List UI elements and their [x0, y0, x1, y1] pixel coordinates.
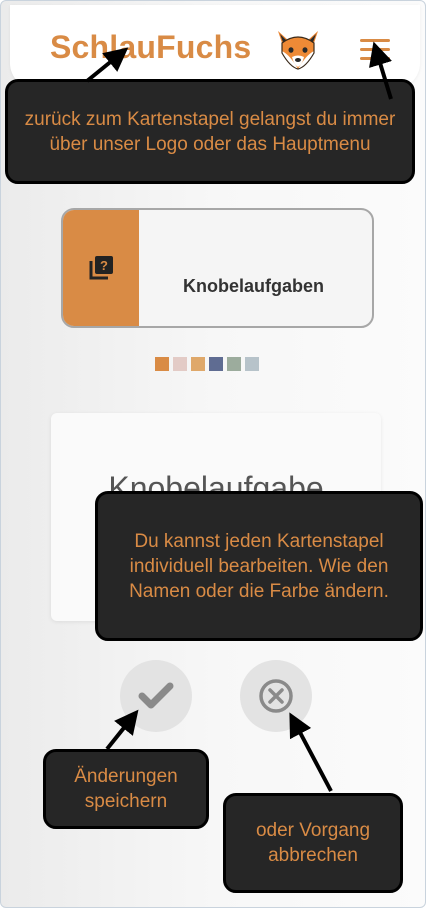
color-swatch-sage[interactable]: [227, 357, 241, 371]
deck-color-strip: ?: [63, 210, 139, 326]
hamburger-menu-icon[interactable]: [360, 39, 390, 61]
check-icon: [138, 682, 174, 709]
color-swatch-slate-blue[interactable]: [209, 357, 223, 371]
cancel-button[interactable]: [240, 660, 312, 732]
tooltip-save-hint: Änderungen speichern: [43, 749, 209, 829]
close-circle-icon: [259, 679, 293, 713]
tooltip-logo-text: zurück zum Kartenstapel gelangst du imme…: [24, 108, 396, 155]
color-swatch-orange[interactable]: [155, 357, 169, 371]
color-swatch-light-pink[interactable]: [173, 357, 187, 371]
tooltip-logo-hint: zurück zum Kartenstapel gelangst du imme…: [5, 79, 415, 184]
tooltip-edit-hint: Du kannst jeden Kartenstapel individuell…: [95, 491, 423, 641]
fox-icon[interactable]: [274, 27, 322, 71]
color-swatch-light-blue-gray[interactable]: [245, 357, 259, 371]
app-frame: SchlauFuchs ? Knobelaufgaben Knobelaufga…: [0, 0, 426, 908]
deck-title: Knobelaufgaben: [183, 276, 325, 296]
color-swatch-sand[interactable]: [191, 357, 205, 371]
question-cards-icon: ?: [89, 256, 113, 280]
app-header: SchlauFuchs: [10, 5, 420, 89]
tooltip-edit-text: Du kannst jeden Kartenstapel individuell…: [129, 530, 389, 602]
logo-link[interactable]: SchlauFuchs: [50, 29, 251, 66]
arrow-to-cancel: [289, 712, 333, 792]
color-picker: [155, 357, 259, 371]
svg-text:?: ?: [100, 258, 108, 273]
tooltip-cancel-hint: oder Vorgang abbrechen: [223, 793, 403, 893]
tooltip-cancel-text: oder Vorgang abbrechen: [255, 820, 371, 866]
save-button[interactable]: [120, 660, 192, 732]
deck-card[interactable]: ? Knobelaufgaben: [61, 208, 374, 328]
tooltip-save-text: Änderungen speichern: [74, 766, 178, 812]
